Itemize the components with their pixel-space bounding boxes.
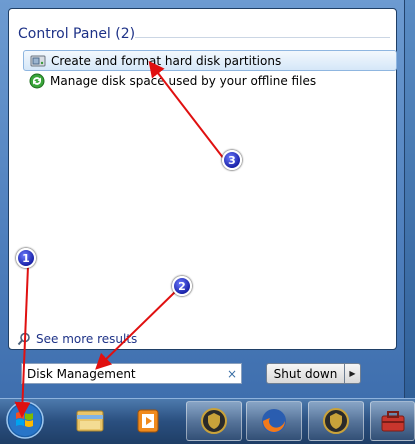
result-label: Manage disk space used by your offline f… <box>50 73 317 88</box>
taskbar-firefox[interactable] <box>246 401 302 441</box>
file-explorer-icon <box>76 410 104 432</box>
taskbar-media-player[interactable] <box>120 401 176 441</box>
annotation-marker-1: 1 <box>16 248 36 268</box>
annotation-marker-2: 2 <box>172 276 192 296</box>
sync-center-icon <box>29 73 45 88</box>
taskbar-file-explorer[interactable] <box>62 401 118 441</box>
shutdown-button[interactable]: Shut down <box>266 363 345 384</box>
taskbar-toolbox[interactable] <box>370 401 415 441</box>
see-more-results-link[interactable]: See more results <box>17 332 137 346</box>
security-badge-icon <box>201 408 227 434</box>
search-results-pane: Control Panel (2) Create and format hard… <box>8 8 397 350</box>
annotation-marker-3: 3 <box>222 150 242 170</box>
start-menu: Control Panel (2) Create and format hard… <box>0 0 405 398</box>
see-more-label: See more results <box>36 332 138 346</box>
firefox-icon <box>262 409 286 433</box>
disk-partition-icon <box>30 55 46 66</box>
result-label: Create and format hard disk partitions <box>51 53 282 68</box>
taskbar-security-app-2[interactable] <box>308 401 364 441</box>
result-create-format-partitions[interactable]: Create and format hard disk partitions <box>23 50 397 71</box>
section-divider <box>135 37 390 38</box>
media-player-icon <box>137 409 159 433</box>
clear-search-icon[interactable]: × <box>223 367 241 381</box>
security-badge-icon <box>323 408 349 434</box>
section-header-control-panel[interactable]: Control Panel (2) <box>18 26 135 42</box>
search-box[interactable]: × <box>21 363 242 384</box>
result-manage-offline-files[interactable]: Manage disk space used by your offline f… <box>23 70 397 91</box>
search-icon <box>17 332 30 346</box>
taskbar-security-app-1[interactable] <box>186 401 242 441</box>
windows-start-orb-icon[interactable] <box>5 400 45 440</box>
desktop-background <box>405 0 415 398</box>
shutdown-options-arrow-icon[interactable]: ▶ <box>344 363 361 384</box>
search-input[interactable] <box>22 364 223 383</box>
toolbox-icon <box>381 411 404 432</box>
